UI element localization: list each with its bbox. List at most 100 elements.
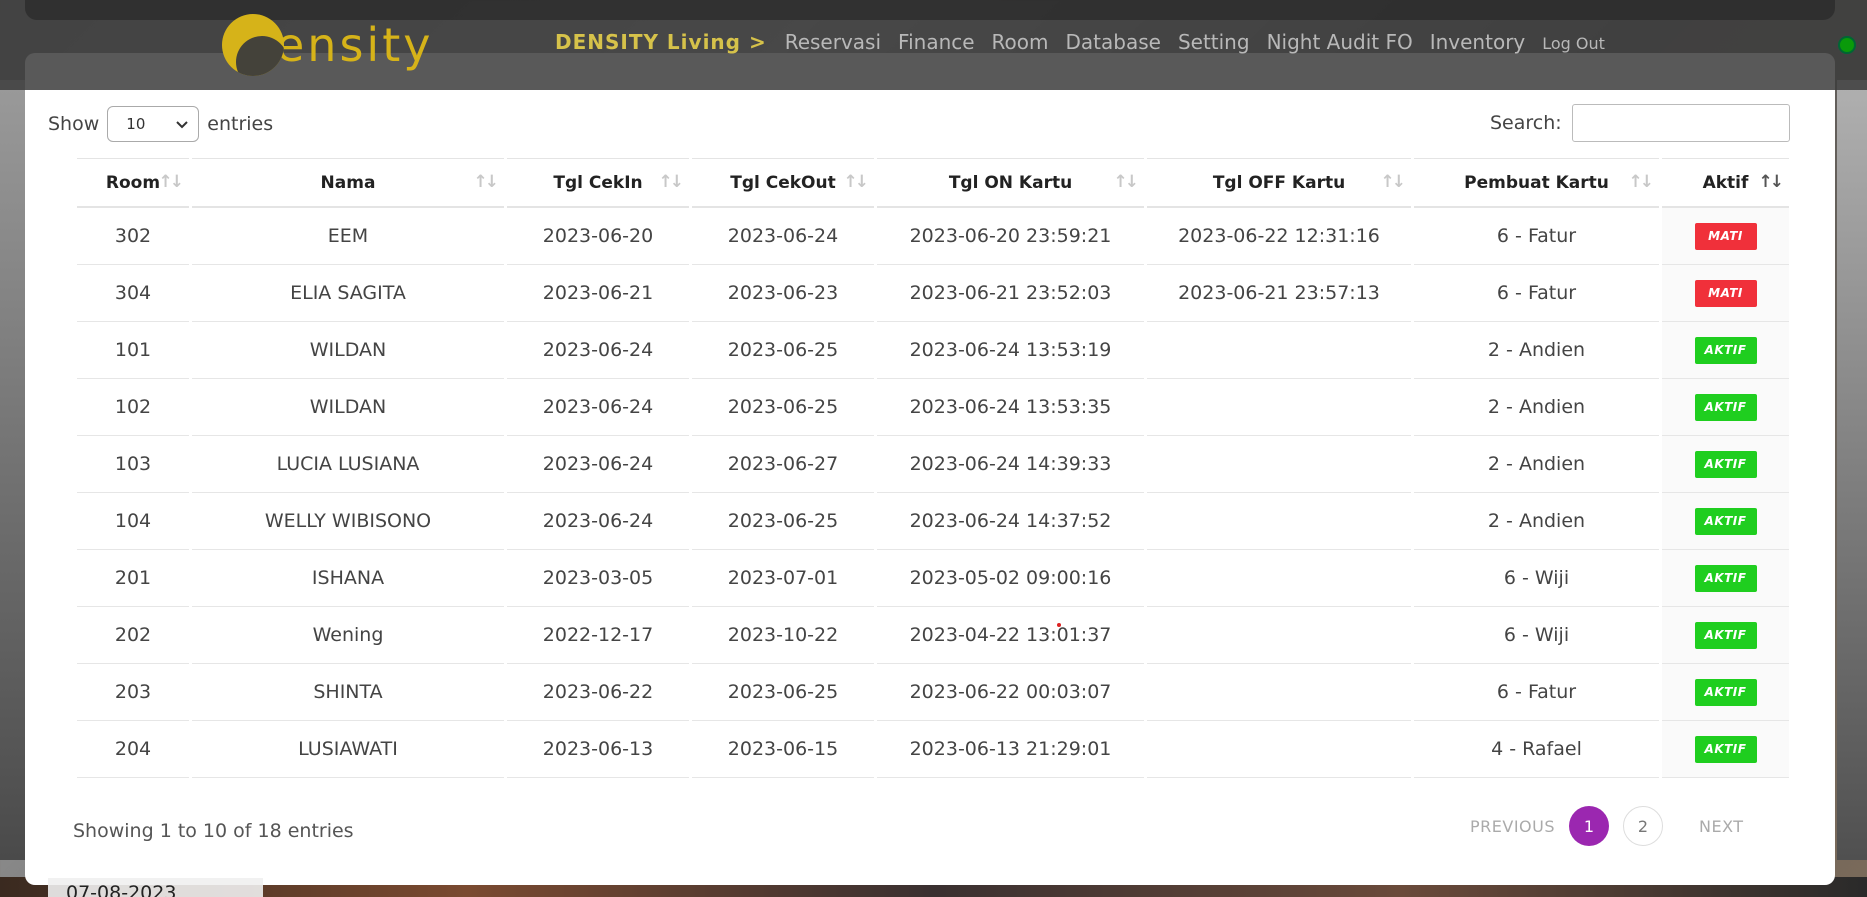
nav-menu: DENSITY Living > Reservasi Finance Room … [555, 30, 1622, 54]
sort-icon: ↑↓ [1628, 172, 1654, 192]
column-header-nama[interactable]: Nama ↑↓ [192, 158, 504, 208]
column-header-room[interactable]: Room ↑↓ [77, 158, 189, 208]
column-header-aktif[interactable]: Aktif ↑↓ [1662, 158, 1789, 208]
cell-on-kartu: 2023-04-22 13:01:37 [877, 607, 1144, 664]
cell-nama: WILDAN [192, 379, 504, 436]
cell-room: 304 [77, 265, 189, 322]
page-button-2[interactable]: 2 [1623, 806, 1663, 846]
cell-nama: WILDAN [192, 322, 504, 379]
nav-item-room[interactable]: Room [992, 30, 1049, 54]
sort-icon: ↑↓ [1113, 172, 1139, 192]
table-row[interactable]: 204 LUSIAWATI 2023-06-13 2023-06-15 2023-06-… [77, 721, 1789, 778]
table-row[interactable]: 304 ELIA SAGITA 2023-06-21 2023-06-23 2023-0… [77, 265, 1789, 322]
pagination: PREVIOUS 1 2 NEXT [1470, 806, 1744, 846]
table-header-row: Room ↑↓ Nama ↑↓ Tgl CekIn ↑↓ Tgl CekOut ↑↓ T… [77, 158, 1789, 208]
table-row[interactable]: 102 WILDAN 2023-06-24 2023-06-25 2023-06-24 … [77, 379, 1789, 436]
status-badge: AKTIF [1694, 735, 1757, 763]
column-header-tgl-cekout[interactable]: Tgl CekOut ↑↓ [692, 158, 874, 208]
table-row[interactable]: 202 Wening 2022-12-17 2023-10-22 2023-04-22 … [77, 607, 1789, 664]
cell-pembuat: 4 - Rafael [1414, 721, 1659, 778]
cell-cekin: 2023-03-05 [507, 550, 689, 607]
card-table-container: Room ↑↓ Nama ↑↓ Tgl CekIn ↑↓ Tgl CekOut ↑↓ T… [74, 158, 1789, 778]
cell-off-kartu [1147, 379, 1411, 436]
cell-pembuat: 2 - Andien [1414, 493, 1659, 550]
background-photo-right [1837, 80, 1867, 860]
cell-off-kartu [1147, 436, 1411, 493]
cell-cekout: 2023-06-27 [692, 436, 874, 493]
table-row[interactable]: 203 SHINTA 2023-06-22 2023-06-25 2023-06-22 … [77, 664, 1789, 721]
entries-select[interactable]: 10 [107, 106, 200, 142]
cell-on-kartu: 2023-06-24 13:53:35 [877, 379, 1144, 436]
cell-aktif: MATI [1662, 265, 1789, 322]
nav-item-night-audit[interactable]: Night Audit FO [1267, 30, 1413, 54]
cell-room: 102 [77, 379, 189, 436]
status-badge: AKTIF [1694, 336, 1757, 364]
nav-item-reservasi[interactable]: Reservasi [785, 30, 881, 54]
table-row[interactable]: 103 LUCIA LUSIANA 2023-06-24 2023-06-27 2023… [77, 436, 1789, 493]
page-button-1[interactable]: 1 [1569, 806, 1609, 846]
cell-on-kartu: 2023-06-22 00:03:07 [877, 664, 1144, 721]
cell-off-kartu [1147, 550, 1411, 607]
cell-nama: LUSIAWATI [192, 721, 504, 778]
cell-room: 104 [77, 493, 189, 550]
cell-aktif: AKTIF [1662, 664, 1789, 721]
cell-aktif: AKTIF [1662, 436, 1789, 493]
table-info: Showing 1 to 10 of 18 entries [73, 820, 354, 842]
cell-nama: Wening [192, 607, 504, 664]
sort-icon: ↑↓ [473, 172, 499, 192]
nav-item-setting[interactable]: Setting [1178, 30, 1250, 54]
logo-icon [222, 14, 284, 76]
cell-cekin: 2023-06-24 [507, 379, 689, 436]
status-badge: AKTIF [1694, 678, 1757, 706]
cell-aktif: AKTIF [1662, 493, 1789, 550]
cell-cekout: 2023-06-24 [692, 208, 874, 265]
cell-pembuat: 2 - Andien [1414, 379, 1659, 436]
cell-room: 302 [77, 208, 189, 265]
logo[interactable]: ensity [222, 10, 433, 80]
cell-cekout: 2023-06-25 [692, 379, 874, 436]
status-badge: AKTIF [1694, 564, 1757, 592]
cell-on-kartu: 2023-06-21 23:52:03 [877, 265, 1144, 322]
table-row[interactable]: 104 WELLY WIBISONO 2023-06-24 2023-06-25 202… [77, 493, 1789, 550]
cell-on-kartu: 2023-06-24 14:37:52 [877, 493, 1144, 550]
cell-pembuat: 6 - Fatur [1414, 265, 1659, 322]
cell-aktif: AKTIF [1662, 721, 1789, 778]
cell-on-kartu: 2023-06-20 23:59:21 [877, 208, 1144, 265]
table-row[interactable]: 302 EEM 2023-06-20 2023-06-24 2023-06-20 23:… [77, 208, 1789, 265]
column-header-tgl-on-kartu[interactable]: Tgl ON Kartu ↑↓ [877, 158, 1144, 208]
nav-item-finance[interactable]: Finance [898, 30, 975, 54]
cell-cekout: 2023-06-25 [692, 493, 874, 550]
nav-item-inventory[interactable]: Inventory [1430, 30, 1526, 54]
previous-page-button[interactable]: PREVIOUS [1470, 817, 1555, 836]
cell-cekin: 2023-06-21 [507, 265, 689, 322]
logout-link[interactable]: Log Out [1542, 34, 1605, 53]
cell-nama: WELLY WIBISONO [192, 493, 504, 550]
status-badge: AKTIF [1694, 621, 1757, 649]
nav-item-database[interactable]: Database [1066, 30, 1161, 54]
next-page-button[interactable]: NEXT [1699, 817, 1744, 836]
table-row[interactable]: 101 WILDAN 2023-06-24 2023-06-25 2023-06-24 … [77, 322, 1789, 379]
cell-aktif: AKTIF [1662, 379, 1789, 436]
cell-cekout: 2023-06-25 [692, 322, 874, 379]
show-label: Show [48, 113, 100, 135]
search-input[interactable] [1571, 104, 1790, 142]
cell-pembuat: 6 - Wiji [1414, 607, 1659, 664]
cell-nama: EEM [192, 208, 504, 265]
card-table: Room ↑↓ Nama ↑↓ Tgl CekIn ↑↓ Tgl CekOut ↑↓ T… [74, 158, 1792, 778]
column-header-tgl-off-kartu[interactable]: Tgl OFF Kartu ↑↓ [1147, 158, 1411, 208]
cell-pembuat: 6 - Fatur [1414, 208, 1659, 265]
status-badge: AKTIF [1694, 450, 1757, 478]
table-row[interactable]: 201 ISHANA 2023-03-05 2023-07-01 2023-05-02 … [77, 550, 1789, 607]
sort-icon: ↑↓ [158, 172, 184, 192]
nav-brand-link[interactable]: DENSITY Living > [555, 30, 767, 54]
cell-pembuat: 2 - Andien [1414, 436, 1659, 493]
cell-on-kartu: 2023-06-24 13:53:19 [877, 322, 1144, 379]
column-header-pembuat-kartu[interactable]: Pembuat Kartu ↑↓ [1414, 158, 1659, 208]
cell-room: 203 [77, 664, 189, 721]
logo-text: ensity [276, 18, 434, 72]
cell-cekin: 2023-06-24 [507, 322, 689, 379]
status-badge: MATI [1694, 222, 1757, 250]
column-header-tgl-cekin[interactable]: Tgl CekIn ↑↓ [507, 158, 689, 208]
online-status-icon [1838, 36, 1856, 54]
cell-cekin: 2023-06-22 [507, 664, 689, 721]
